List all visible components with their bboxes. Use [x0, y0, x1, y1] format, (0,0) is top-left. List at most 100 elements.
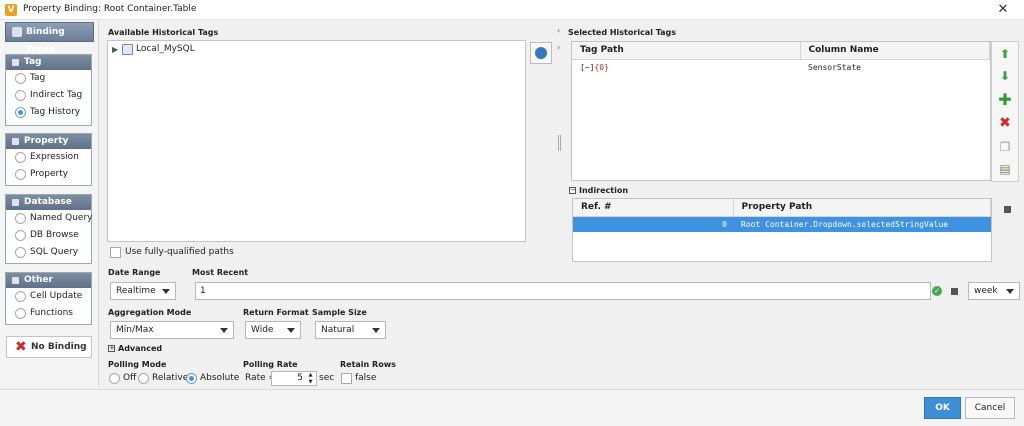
cell-ref[interactable]: 0 — [573, 216, 733, 232]
col-tag-path[interactable]: Tag Path — [572, 42, 801, 60]
radio-tag-history[interactable]: Tag History — [6, 104, 91, 121]
radio-button[interactable] — [15, 152, 26, 163]
return-format-label: Return Format — [243, 308, 309, 317]
radio-button[interactable] — [15, 308, 26, 319]
ok-button[interactable]: OK — [924, 397, 961, 419]
table-row[interactable]: [~]{0} SensorState — [572, 59, 990, 75]
polling-relative-label: Relative — [152, 373, 189, 383]
retain-rows-value: false — [355, 373, 377, 383]
chevron-down-icon — [162, 289, 170, 294]
advanced-toggle[interactable]: Advanced — [118, 344, 162, 353]
no-binding-button[interactable]: ✖ No Binding — [6, 336, 92, 358]
paste-icon[interactable]: ▤ — [994, 158, 1016, 180]
move-down-icon[interactable]: ⬇ — [994, 65, 1016, 87]
radio-polling-absolute-selected[interactable] — [186, 373, 197, 384]
binding-types-button[interactable]: Binding Types — [5, 22, 94, 55]
radio-button[interactable] — [15, 213, 26, 224]
radio-button[interactable] — [15, 247, 26, 258]
tree-expand-icon[interactable]: ▶ — [112, 45, 118, 54]
indirection-edit-icon[interactable] — [1004, 206, 1011, 213]
move-up-icon[interactable]: ⬆ — [994, 43, 1016, 65]
col-ref[interactable]: Ref. # — [573, 199, 734, 217]
dialog-footer — [0, 389, 1024, 426]
radio-button-selected[interactable] — [15, 107, 26, 118]
radio-polling-relative[interactable] — [138, 373, 149, 384]
chevron-down-icon — [1006, 289, 1014, 294]
aggregation-mode-select[interactable]: Min/Max — [110, 321, 234, 339]
available-tags-tree[interactable]: ▶ Local_MySQL — [107, 40, 526, 242]
fully-qualified-checkbox[interactable] — [110, 247, 121, 258]
other-icon — [12, 277, 19, 284]
radio-button[interactable] — [15, 90, 26, 101]
selected-tags-table[interactable]: Tag Path Column Name [~]{0} SensorState — [571, 41, 991, 181]
other-group-header: Other — [6, 273, 91, 288]
polling-rate-label: Polling Rate — [243, 360, 298, 369]
col-property-path[interactable]: Property Path — [733, 199, 991, 217]
most-recent-input[interactable]: 1 — [195, 282, 931, 300]
available-tags-title: Available Historical Tags — [108, 28, 219, 37]
tag-group-header: Tag — [6, 55, 91, 70]
radio-named-query[interactable]: Named Query — [6, 210, 92, 227]
time-unit-select[interactable]: week — [968, 282, 1020, 300]
bind-edit-icon[interactable] — [951, 288, 958, 295]
database-group-header: Database — [6, 195, 91, 210]
advanced-expand-icon[interactable]: + — [108, 345, 115, 352]
tree-item-local-mysql[interactable]: Local_MySQL — [136, 44, 195, 54]
retain-rows-label: Retain Rows — [340, 360, 396, 369]
radio-button[interactable] — [15, 291, 26, 302]
radio-property[interactable]: Property — [6, 166, 91, 183]
close-icon[interactable]: ✕ — [995, 2, 1011, 18]
aggregation-mode-label: Aggregation Mode — [108, 308, 192, 317]
radio-dot — [189, 376, 194, 381]
radio-sql-query[interactable]: SQL Query — [6, 244, 91, 261]
indirection-table[interactable]: Ref. # Property Path 0 Root Container.Dr… — [572, 198, 992, 262]
col-column-name[interactable]: Column Name — [800, 42, 990, 60]
sample-size-select[interactable]: Natural — [315, 321, 386, 339]
property-group: Property Expression Property — [5, 133, 92, 186]
delete-icon[interactable]: ✖ — [994, 112, 1016, 134]
add-icon[interactable]: ✚ — [994, 89, 1016, 111]
table-row-selected[interactable]: 0 Root Container.Dropdown.selectedString… — [573, 216, 991, 232]
radio-button[interactable] — [15, 169, 26, 180]
binding-types-icon — [12, 27, 22, 37]
database-icon — [12, 199, 19, 206]
cancel-button[interactable]: Cancel — [965, 397, 1015, 419]
polling-mode-label: Polling Mode — [108, 360, 167, 369]
cell-property-path[interactable]: Root Container.Dropdown.selectedStringVa… — [733, 216, 991, 232]
add-tag-button[interactable] — [530, 42, 552, 64]
radio-tag[interactable]: Tag — [6, 70, 91, 87]
sample-size-label: Sample Size — [312, 308, 367, 317]
collapse-left-icon[interactable]: ‹ — [557, 26, 560, 35]
spinner-up-icon[interactable]: ▲ — [305, 372, 316, 378]
radio-cell-update[interactable]: Cell Update — [6, 288, 91, 305]
tag-group: Tag Tag Indirect Tag Tag History — [5, 54, 92, 126]
cell-tag-path[interactable]: [~]{0} — [572, 59, 800, 75]
transfer-arrow-icon — [535, 47, 547, 59]
indirection-title: Indirection — [579, 186, 629, 195]
tag-icon — [12, 59, 19, 66]
radio-polling-off[interactable] — [109, 373, 120, 384]
spinner-down-icon[interactable]: ▼ — [305, 379, 316, 385]
window-title: Property Binding: Root Container.Table — [23, 4, 197, 14]
property-group-header: Property — [6, 134, 91, 149]
date-range-select[interactable]: Realtime — [110, 282, 176, 300]
retain-rows-checkbox[interactable] — [341, 373, 352, 384]
splitter-handle[interactable] — [558, 135, 561, 151]
radio-button[interactable] — [15, 230, 26, 241]
radio-button[interactable] — [15, 73, 26, 84]
indirection-collapse-icon[interactable]: − — [569, 187, 576, 194]
polling-rate-spinner[interactable]: 5 ▲ ▼ — [271, 371, 317, 386]
expand-right-icon[interactable]: › — [557, 43, 560, 52]
radio-indirect-tag[interactable]: Indirect Tag — [6, 87, 91, 104]
radio-expression[interactable]: Expression — [6, 149, 91, 166]
table-header-row: Tag Path Column Name — [572, 42, 990, 60]
polling-rate-value[interactable]: 5 — [297, 373, 303, 383]
other-group: Other Cell Update Functions — [5, 272, 92, 325]
radio-db-browse[interactable]: DB Browse — [6, 227, 91, 244]
cell-column-name[interactable]: SensorState — [800, 59, 990, 75]
selected-tags-grid: Tag Path Column Name [~]{0} SensorState — [572, 42, 990, 75]
copy-icon[interactable]: ❐ — [994, 136, 1016, 158]
polling-absolute-label: Absolute — [200, 373, 240, 383]
return-format-select[interactable]: Wide — [245, 321, 301, 339]
radio-functions[interactable]: Functions — [6, 305, 91, 322]
